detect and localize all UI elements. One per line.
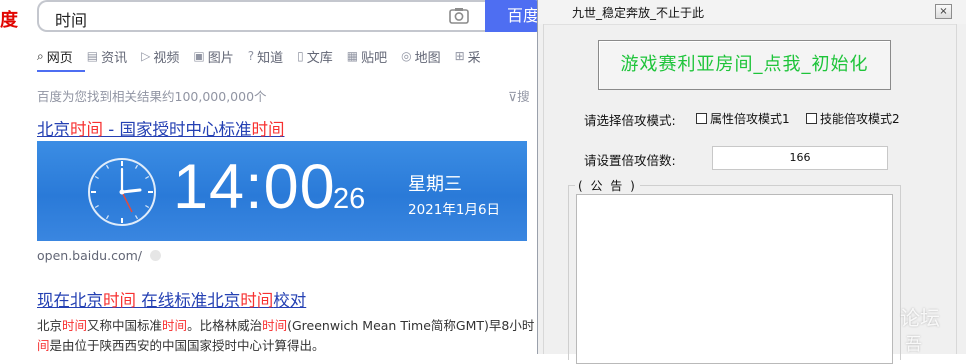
search-tools-button[interactable]: ⊽搜 — [508, 86, 530, 105]
dialog-left-border — [538, 24, 544, 354]
map-icon: ◎ — [401, 49, 412, 63]
search-icon: ⌕ — [37, 48, 44, 63]
result-title[interactable]: 北京时间 - 国家授时中心标准时间 — [37, 116, 284, 140]
cart-icon: ⊞ — [454, 49, 465, 63]
tab-label: 视频 — [153, 50, 180, 66]
title-highlight: 时间 — [103, 291, 136, 310]
title-highlight: 时间 — [240, 291, 274, 310]
tab-label: 资讯 — [101, 50, 128, 66]
image-icon: ▣ — [193, 49, 205, 63]
title-part: 现在北京 — [37, 291, 103, 310]
checkbox-label: 技能倍攻模式2 — [820, 112, 900, 126]
analog-clock-icon — [88, 158, 156, 226]
title-part: 北京 — [37, 120, 70, 139]
tool-dialog-window: 九世_稳定奔放_不止于此 × 游戏赛利亚房间_点我_初始化 请选择倍攻模式: 属… — [537, 0, 966, 364]
title-highlight: 时间 — [251, 120, 285, 139]
source-url: open.baidu.com/ — [37, 248, 142, 263]
question-icon: ? — [247, 49, 255, 63]
init-room-button[interactable]: 游戏赛利亚房间_点我_初始化 — [598, 40, 891, 90]
search-input[interactable]: 时间 — [37, 0, 485, 32]
skill-mode-checkbox[interactable]: 技能倍攻模式2 — [806, 110, 900, 127]
tab-label: 文库 — [306, 50, 333, 66]
filter-label: 搜 — [517, 89, 530, 104]
title-part: 在线标准北京 — [136, 291, 241, 310]
video-icon: ▷ — [141, 49, 151, 63]
date: 2021年1月6日 — [408, 202, 501, 218]
snippet-part: 又称中国标准 — [87, 318, 163, 333]
search-query[interactable]: 时间 — [55, 7, 87, 31]
result-source[interactable]: open.baidu.com/ — [37, 248, 161, 263]
watermark: 吾 — [905, 335, 922, 355]
baidu-logo[interactable]: 度 — [0, 6, 18, 32]
notice-textarea[interactable] — [576, 194, 893, 364]
snippet-highlight: 时间 — [262, 318, 288, 333]
snippet-highlight: 时间 — [162, 318, 188, 333]
snippet-part: 。比格林威治 — [187, 318, 263, 333]
checkbox-label: 属性倍攻模式1 — [710, 112, 790, 126]
filter-icon: ⊽ — [508, 89, 518, 104]
snippet-highlight: 时间 — [62, 318, 88, 333]
watermark: 论坛 — [900, 306, 940, 330]
tab-5[interactable]: ▯ 文库 — [297, 46, 333, 66]
tab-1[interactable]: ▤ 资讯 — [87, 46, 127, 66]
search-tabs: ⌕ 网页 ▤ 资讯 ▷ 视频 ▣ 图片? 知道 ▯ 文库 ▦ 贴吧 ◎ 地图 ⊞ 采 — [37, 46, 481, 66]
snippet-part: 是由位于陕西西安的中国国家授时中心计算得出。 — [49, 338, 325, 353]
result-snippet: 北京时间又称中国标准时间。比格林威治时间(Greenwich Mean Time… — [37, 315, 534, 334]
title-highlight: 时间 — [70, 120, 103, 139]
tab-label: 贴吧 — [361, 50, 388, 66]
tab-label: 网页 — [46, 50, 73, 66]
camera-icon[interactable] — [448, 6, 470, 26]
tab-7[interactable]: ◎ 地图 — [401, 46, 441, 66]
checkbox-box[interactable] — [696, 113, 707, 124]
tab-label: 图片 — [207, 50, 234, 66]
snippet-part: (Greenwich Mean Time简称GMT)早8小时 — [287, 318, 535, 333]
multiplier-label: 请设置倍攻倍数: — [584, 153, 676, 168]
title-part: - 国家授时中心标准 — [103, 120, 252, 139]
tab-label: 地图 — [414, 50, 441, 66]
multiplier-input[interactable]: 166 — [712, 146, 888, 170]
attribute-mode-checkbox[interactable]: 属性倍攻模式1 — [696, 110, 790, 127]
result-snippet: 间是由位于陕西西安的中国国家授时中心计算得出。 — [37, 335, 325, 354]
doc-icon: ▯ — [297, 49, 304, 63]
tab-0[interactable]: ⌕ 网页 — [37, 46, 73, 66]
notice-legend: ( 公 告 ) — [575, 177, 640, 194]
tieba-icon: ▦ — [346, 49, 359, 63]
tab-3[interactable]: ▣ 图片 — [193, 46, 233, 66]
tab-label: 知道 — [257, 50, 284, 66]
title-part: 校对 — [273, 291, 307, 310]
dialog-title: 九世_稳定奔放_不止于此 — [572, 6, 705, 20]
tab-4[interactable]: ? 知道 — [248, 46, 283, 66]
checkbox-box[interactable] — [806, 113, 817, 124]
tab-2[interactable]: ▷ 视频 — [141, 46, 179, 66]
safety-icon — [149, 250, 161, 261]
digital-time: 14:00 — [173, 152, 336, 222]
news-icon: ▤ — [86, 49, 99, 63]
tab-8[interactable]: ⊞ 采 — [455, 46, 481, 66]
snippet-highlight: 间 — [37, 338, 50, 353]
result-count: 百度为您找到相关结果约100,000,000个 — [37, 89, 267, 104]
tab-label: 采 — [467, 50, 481, 66]
tab-6[interactable]: ▦ 贴吧 — [347, 46, 387, 66]
search-button[interactable]: 百度 — [485, 0, 545, 32]
active-tab-indicator — [37, 70, 85, 72]
mode-label: 请选择倍攻模式: — [584, 113, 676, 128]
digital-seconds: 26 — [333, 183, 366, 215]
close-button[interactable]: × — [935, 4, 952, 19]
dialog-right-border — [956, 24, 966, 354]
dialog-titlebar[interactable]: 九世_稳定奔放_不止于此 × — [538, 0, 966, 25]
snippet-part: 北京 — [37, 318, 63, 333]
weekday: 星期三 — [408, 174, 462, 195]
time-card[interactable]: 14:00 26 星期三 2021年1月6日 — [37, 141, 527, 241]
result-title[interactable]: 现在北京时间 在线标准北京时间校对 — [37, 287, 306, 311]
